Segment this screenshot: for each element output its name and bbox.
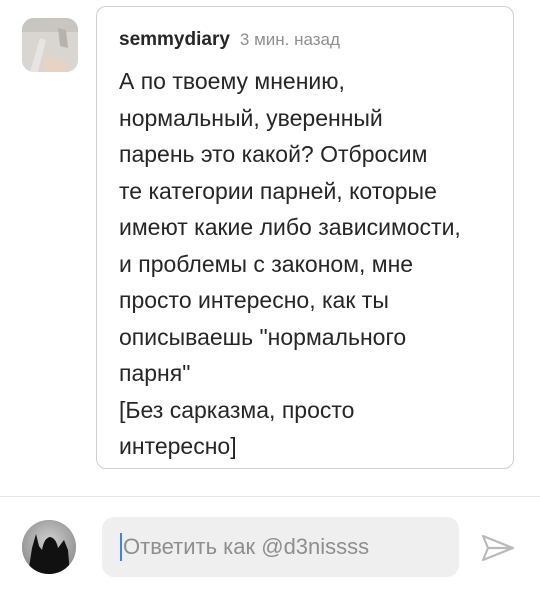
send-icon xyxy=(481,534,515,562)
comment-line: имеют какие либо зависимости, xyxy=(119,214,461,240)
comment-line: и проблемы с законом, мне xyxy=(119,250,414,277)
text-cursor xyxy=(120,533,122,561)
comment-line: описываешь "нормального xyxy=(119,323,407,350)
comment-line: парня" xyxy=(119,360,191,386)
comment-username[interactable]: semmydiary xyxy=(119,29,230,51)
avatar-silhouette xyxy=(22,520,76,574)
comment-meta: semmydiary 3 мин. назад xyxy=(119,29,340,51)
avatar-photo xyxy=(22,18,78,72)
divider xyxy=(0,496,540,497)
comment-line: парень это какой? Отбросим xyxy=(119,141,428,167)
send-button[interactable] xyxy=(478,528,518,568)
current-user-avatar[interactable] xyxy=(22,520,76,574)
comment-line: те категории парней, которые xyxy=(119,177,437,204)
reply-input[interactable]: Ответить как @d3nissss xyxy=(102,517,459,577)
comment-line: просто интересно, как ты xyxy=(119,287,389,313)
comment-author-avatar[interactable] xyxy=(22,18,78,72)
comment-line: интересно] xyxy=(119,433,237,459)
comment-line: нормальный, уверенный xyxy=(119,104,383,131)
comment-text: А по твоему мнению, нормальный, уверенны… xyxy=(119,63,499,465)
comment-line: А по твоему мнению, xyxy=(119,68,345,94)
comment-bubble: semmydiary 3 мин. назад А по твоему мнен… xyxy=(96,6,514,469)
comment-timestamp: 3 мин. назад xyxy=(239,30,340,49)
comment-line: [Без сарказма, просто xyxy=(119,396,355,423)
reply-placeholder: Ответить как @d3nissss xyxy=(123,534,370,559)
